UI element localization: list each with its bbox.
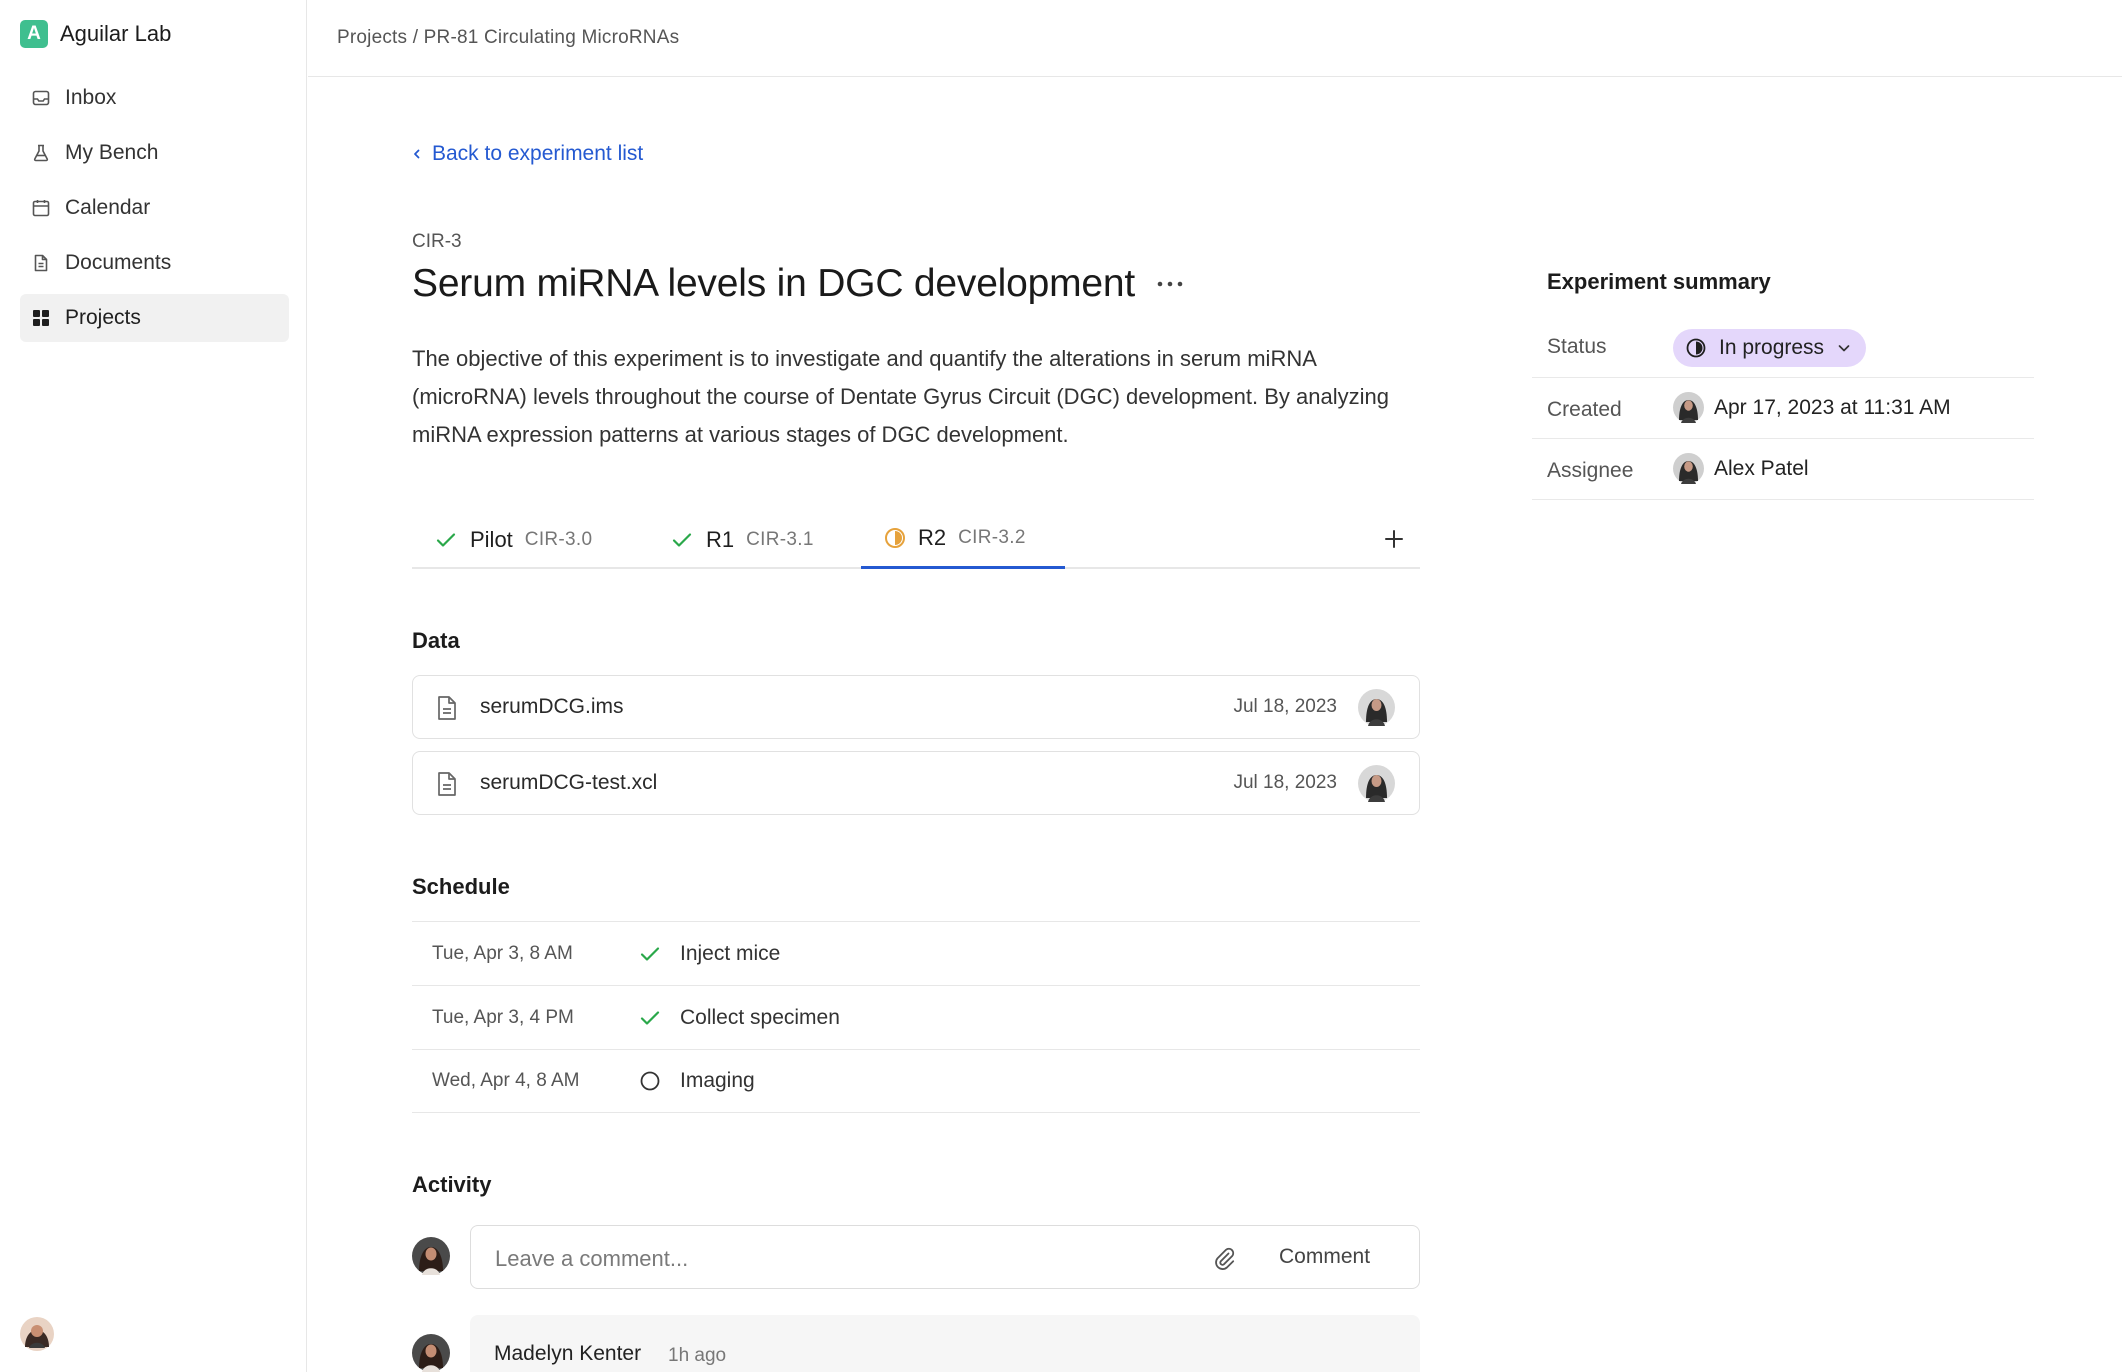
file-date: Jul 18, 2023	[1233, 772, 1337, 793]
status-text: In progress	[1719, 336, 1825, 359]
created-label: Created	[1547, 398, 1622, 421]
empty-circle-icon[interactable]	[638, 1069, 662, 1093]
workspace-logo: A	[20, 20, 48, 48]
page-title: Serum miRNA levels in DGC development	[412, 262, 1136, 305]
back-link-label: Back to experiment list	[432, 142, 644, 165]
sidebar: A Aguilar Lab Inbox My Bench Calendar Do…	[0, 0, 307, 1372]
avatar	[1358, 689, 1395, 726]
schedule-time: Tue, Apr 3, 4 PM	[432, 1006, 574, 1028]
check-icon[interactable]	[638, 942, 662, 966]
check-icon	[670, 528, 694, 552]
add-tab-button[interactable]	[1382, 527, 1406, 551]
sidebar-item-label: Documents	[65, 251, 172, 274]
sidebar-item-label: Calendar	[65, 196, 151, 219]
main-content: Back to experiment list CIR-3 Serum miRN…	[412, 0, 1420, 1372]
sidebar-item-my-bench[interactable]: My Bench	[20, 129, 289, 177]
sidebar-item-projects[interactable]: Projects	[20, 294, 289, 342]
workspace-brand[interactable]: A Aguilar Lab	[20, 20, 171, 48]
avatar	[1673, 392, 1704, 423]
workspace-name: Aguilar Lab	[60, 21, 172, 46]
schedule-task: Inject mice	[680, 941, 781, 965]
activity-time: 1h ago	[668, 1345, 727, 1366]
file-row[interactable]: serumDCG-test.xcl Jul 18, 2023	[412, 751, 1420, 815]
sidebar-nav: Inbox My Bench Calendar Documents Projec…	[20, 74, 289, 349]
assignee-name: Alex Patel	[1714, 456, 1809, 480]
schedule-time: Tue, Apr 3, 8 AM	[432, 942, 573, 964]
experiment-id: CIR-3	[412, 231, 462, 252]
assignee-label: Assignee	[1547, 459, 1634, 482]
file-icon	[435, 695, 459, 721]
file-name: serumDCG-test.xcl	[480, 771, 658, 794]
sidebar-item-label: My Bench	[65, 141, 159, 164]
created-row: Created Apr 17, 2023 at 11:31 AM	[1532, 378, 2034, 439]
assignee-row: Assignee Alex Patel	[1532, 439, 2034, 500]
document-icon	[31, 253, 51, 273]
half-circle-icon	[1685, 337, 1707, 359]
tab-code: CIR-3.0	[524, 528, 593, 550]
file-icon	[435, 771, 459, 797]
tab-label: R1	[706, 526, 735, 552]
avatar	[412, 1237, 450, 1275]
created-value: Apr 17, 2023 at 11:31 AM	[1673, 392, 1951, 423]
schedule-time: Wed, Apr 4, 8 AM	[432, 1070, 580, 1091]
tab-code: CIR-3.1	[746, 528, 814, 550]
chevron-left-icon	[412, 147, 422, 161]
sidebar-item-label: Inbox	[65, 86, 117, 109]
summary-title: Experiment summary	[1547, 269, 1771, 294]
file-date: Jul 18, 2023	[1233, 696, 1337, 717]
schedule-row[interactable]: Tue, Apr 3, 4 PM Collect specimen	[412, 985, 1420, 1049]
sidebar-item-documents[interactable]: Documents	[20, 239, 289, 287]
avatar	[1673, 453, 1704, 484]
tab-r1[interactable]: R1 CIR-3.1	[670, 510, 814, 569]
status-dropdown[interactable]: In progress	[1673, 329, 1867, 367]
status-label: Status	[1547, 335, 1607, 358]
back-to-list-link[interactable]: Back to experiment list	[412, 142, 643, 166]
run-tabs: Pilot CIR-3.0 R1 CIR-3.1 R2 CIR-3.2	[412, 510, 1420, 569]
file-name: serumDCG.ims	[480, 695, 624, 718]
tab-label: Pilot	[470, 526, 513, 552]
tab-code: CIR-3.2	[958, 527, 1026, 548]
more-options-button[interactable]	[1157, 271, 1183, 297]
paperclip-icon[interactable]	[1211, 1245, 1237, 1271]
file-row[interactable]: serumDCG.ims Jul 18, 2023	[412, 675, 1420, 739]
in-progress-icon	[884, 527, 906, 549]
schedule-task: Imaging	[680, 1069, 755, 1092]
activity-author[interactable]: Madelyn Kenter	[494, 1342, 641, 1366]
sidebar-item-inbox[interactable]: Inbox	[20, 74, 289, 122]
schedule-task: Collect specimen	[680, 1005, 840, 1029]
sidebar-item-calendar[interactable]: Calendar	[20, 184, 289, 232]
comment-input[interactable]	[495, 1246, 1185, 1272]
schedule-row[interactable]: Tue, Apr 3, 8 AM Inject mice	[412, 921, 1420, 985]
schedule-section-title: Schedule	[412, 874, 510, 899]
activity-section-title: Activity	[412, 1172, 492, 1197]
user-avatar[interactable]	[20, 1317, 54, 1351]
data-section-title: Data	[412, 628, 460, 653]
check-icon	[434, 528, 458, 552]
comment-box: Comment	[470, 1225, 1420, 1289]
tab-pilot[interactable]: Pilot CIR-3.0	[434, 510, 592, 569]
calendar-icon	[31, 198, 51, 218]
tab-r2[interactable]: R2 CIR-3.2	[861, 510, 1065, 569]
inbox-icon	[31, 88, 51, 108]
avatar	[412, 1334, 450, 1372]
status-row: Status In progress	[1532, 312, 2034, 378]
chevron-down-icon	[1836, 340, 1852, 356]
status-value: In progress	[1673, 329, 1867, 367]
tab-label: R2	[918, 525, 947, 550]
experiment-description: The objective of this experiment is to i…	[412, 346, 1389, 447]
comment-button[interactable]: Comment	[1279, 1245, 1370, 1269]
activity-entry: Madelyn Kenter 1h ago	[470, 1315, 1420, 1372]
flask-icon	[31, 143, 51, 163]
created-date: Apr 17, 2023 at 11:31 AM	[1714, 395, 1951, 419]
avatar	[1358, 765, 1395, 802]
check-icon[interactable]	[638, 1006, 662, 1030]
sidebar-item-label: Projects	[65, 306, 141, 329]
title-row: Serum miRNA levels in DGC development	[412, 262, 1183, 306]
assignee-value[interactable]: Alex Patel	[1673, 453, 1809, 484]
grid-icon	[31, 308, 51, 328]
schedule-row[interactable]: Wed, Apr 4, 8 AM Imaging	[412, 1049, 1420, 1113]
